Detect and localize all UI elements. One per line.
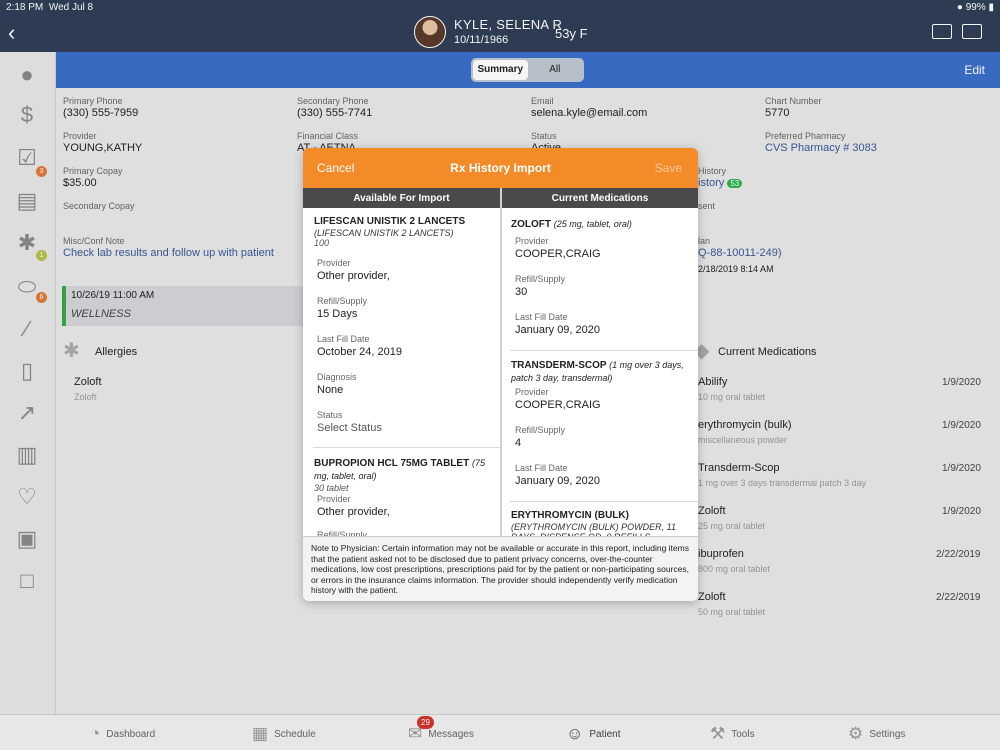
- available-status[interactable]: Status Select Status: [317, 410, 382, 434]
- available-provider: Provider Other provider,: [317, 494, 390, 518]
- available-diagnosis[interactable]: Diagnosis None: [317, 372, 357, 396]
- current-refill: Refill/Supply 4: [515, 425, 566, 449]
- available-last-fill: Last Fill Date October 24, 2019: [317, 334, 403, 358]
- current-last-fill: Last Fill Date January 09, 2020: [515, 312, 601, 336]
- save-button[interactable]: Save: [655, 161, 682, 175]
- current-last-fill: Last Fill Date January 09, 2020: [515, 463, 601, 487]
- current-refill: Refill/Supply 30: [515, 274, 566, 298]
- divider: [510, 501, 698, 502]
- modal-title: Rx History Import: [450, 161, 551, 175]
- current-provider: Provider COOPER,CRAIG: [515, 236, 601, 260]
- available-item[interactable]: BUPROPION HCL 75MG TABLET (75 mg, tablet…: [303, 457, 500, 493]
- rx-history-import-modal: Rx History Import Cancel Save Available …: [303, 148, 698, 601]
- current-item[interactable]: ZOLOFT (25 mg, tablet, oral): [502, 218, 698, 231]
- cancel-button[interactable]: Cancel: [317, 161, 354, 175]
- divider: [313, 447, 500, 448]
- current-item[interactable]: TRANSDERM-SCOP (1 mg over 3 days, patch …: [502, 359, 698, 385]
- divider: [510, 350, 698, 351]
- available-provider: Provider Other provider,: [317, 258, 390, 282]
- available-list[interactable]: LIFESCAN UNISTIK 2 LANCETS (LIFESCAN UNI…: [303, 208, 500, 536]
- current-item[interactable]: ERYTHROMYCIN (BULK) (ERYTHROMYCIN (BULK)…: [502, 510, 698, 536]
- col-header-available: Available For Import: [353, 193, 450, 204]
- current-list[interactable]: ZOLOFT (25 mg, tablet, oral) Provider COO…: [502, 208, 698, 536]
- current-provider: Provider COOPER,CRAIG: [515, 387, 601, 411]
- modal-header: Rx History Import Cancel Save: [303, 148, 698, 188]
- col-header-current: Current Medications: [551, 193, 649, 204]
- physician-note: Note to Physician: Certain information m…: [303, 536, 698, 601]
- available-refill: Refill/Supply 15 Days: [317, 296, 368, 320]
- available-item[interactable]: LIFESCAN UNISTIK 2 LANCETS (LIFESCAN UNI…: [303, 216, 500, 248]
